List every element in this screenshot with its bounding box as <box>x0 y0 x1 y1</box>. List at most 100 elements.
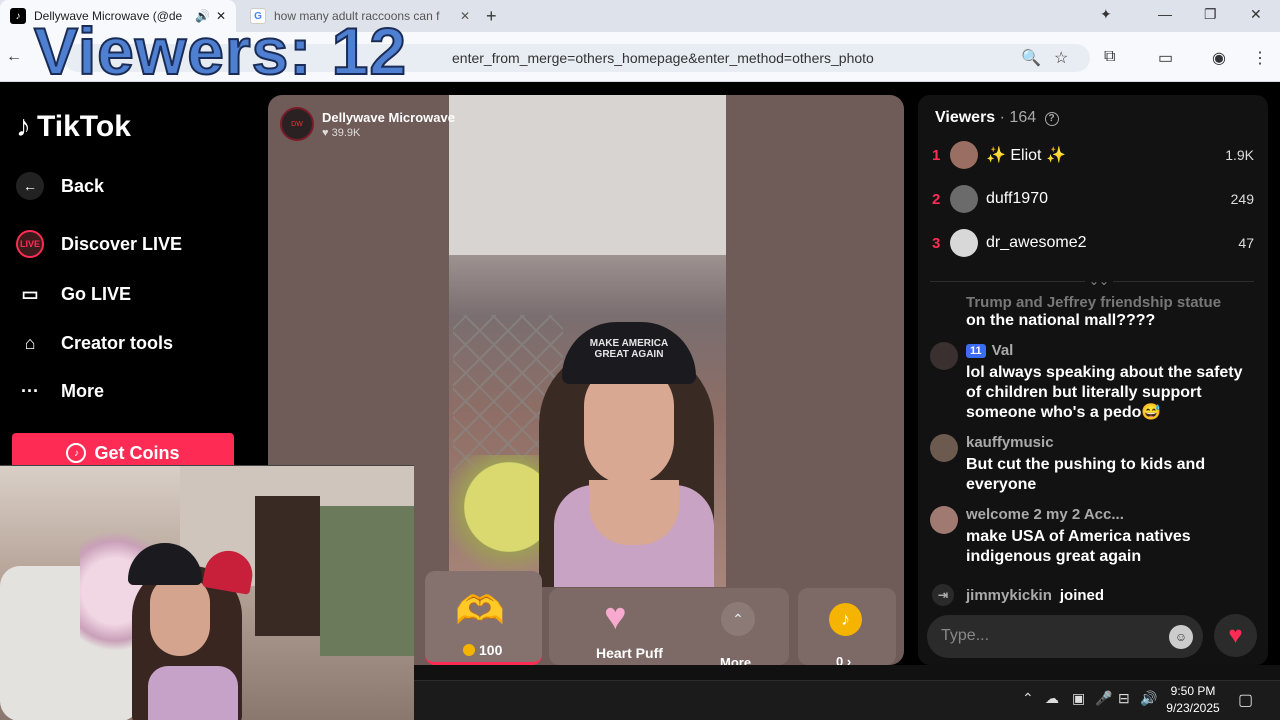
volume-icon[interactable]: 🔊 <box>1140 690 1157 707</box>
emoji-icon[interactable]: ☺ <box>1169 625 1193 649</box>
viewer-name: duff1970 <box>986 190 1048 207</box>
tiktok-coin-icon: ♪ <box>829 603 862 636</box>
restore-icon[interactable]: ❐ <box>1204 6 1217 23</box>
chat-input[interactable]: Type... ☺ <box>927 615 1203 658</box>
url-text: enter_from_merge=others_homepage&enter_m… <box>452 50 874 66</box>
rank-number: 2 <box>932 190 941 208</box>
minimize-icon[interactable]: — <box>1158 6 1172 22</box>
close-window-icon[interactable]: ✕ <box>1250 6 1262 23</box>
avatar[interactable] <box>930 434 958 462</box>
network-icon[interactable]: ⊟ <box>1118 690 1130 707</box>
sidebar-item-label: Creator tools <box>61 332 174 353</box>
avatar <box>950 141 978 169</box>
onedrive-icon[interactable]: ☁ <box>1045 690 1059 707</box>
host-name: Dellywave Microwave <box>322 109 455 125</box>
coin-icon: ♪ <box>66 443 87 463</box>
viewer-name: ✨ Eliot ✨ <box>986 147 1066 164</box>
tiktok-note-icon: ♪ <box>16 110 31 143</box>
viewer-score: 249 <box>1230 191 1254 207</box>
live-avatar-icon: LIVE <box>16 230 44 258</box>
fan-badge: 11 <box>966 344 986 358</box>
sidebar-item-more[interactable]: ··· More <box>16 377 104 405</box>
get-coins-label: Get Coins <box>94 442 180 463</box>
chat-text: make USA of America natives indigenous g… <box>966 528 1191 565</box>
sidebar-item-label: Discover LIVE <box>61 233 183 254</box>
back-arrow-icon: ← <box>16 172 44 200</box>
tray-chevron-icon[interactable]: ⌃ <box>1022 690 1034 707</box>
viewer-name: dr_awesome2 <box>986 234 1087 251</box>
coin-icon <box>463 644 475 656</box>
taskbar-clock[interactable]: 9:50 PM 9/23/2025 <box>1163 683 1223 717</box>
clock-date: 9/23/2025 <box>1166 701 1220 715</box>
chat-message: 11 Val lol always speaking about the safe… <box>930 342 1250 424</box>
viewer-count-overlay: Viewers: 12 <box>33 14 408 88</box>
chat-username: Val <box>991 342 1014 359</box>
extensions-icon[interactable]: ⧉ <box>1104 48 1115 66</box>
sidebar-item-label: Go LIVE <box>61 283 132 304</box>
chat-header[interactable]: 11 Val <box>966 342 1013 359</box>
zoom-icon[interactable]: 🔍 <box>1021 48 1041 68</box>
sidebar-item-go-live[interactable]: ▭ Go LIVE <box>16 280 131 308</box>
heart-hands-icon: 🫶 <box>455 589 505 633</box>
sidebar-item-label: More <box>61 380 105 401</box>
viewers-count: · 164 <box>999 109 1037 126</box>
viewer-score: 47 <box>1238 235 1254 251</box>
join-icon: ⇥ <box>932 584 954 606</box>
webcam-overlay <box>0 465 414 720</box>
profile-avatar[interactable]: ◉ <box>1212 48 1226 68</box>
chat-username[interactable]: welcome 2 my 2 Acc... <box>966 506 1124 523</box>
device-icon[interactable]: ▣ <box>1072 690 1085 707</box>
gemini-icon[interactable]: ✦ <box>1100 6 1112 23</box>
chat-text: lol always speaking about the safety of … <box>966 364 1243 421</box>
hat-logo: MAKE AMERICA GREAT AGAIN <box>562 322 696 384</box>
viewers-title: Viewers <box>935 109 996 126</box>
chat-message: kauffymusic But cut the pushing to kids … <box>930 434 1250 496</box>
logo-text: TikTok <box>37 110 131 143</box>
rank-number: 1 <box>932 146 941 164</box>
tiktok-logo[interactable]: ♪ TikTok <box>16 110 131 144</box>
top-viewer-row[interactable]: 2 duff1970 249 <box>932 184 1254 214</box>
menu-kebab-icon[interactable]: ⋮ <box>1252 48 1268 68</box>
sidebar-item-label: Back <box>61 175 105 196</box>
heart-puff-icon[interactable]: ♥ <box>604 596 627 639</box>
like-heart-button[interactable]: ♥ <box>1214 614 1257 657</box>
tiktok-favicon-icon: ♪ <box>10 8 26 24</box>
screen-gap <box>414 665 1280 680</box>
top-viewer-row[interactable]: 1 ✨ Eliot ✨ 1.9K <box>932 140 1254 170</box>
sidebar-item-discover-live[interactable]: LIVE Discover LIVE <box>16 230 182 258</box>
host-likes: ♥ 39.9K <box>322 126 361 139</box>
clock-time: 9:50 PM <box>1170 684 1216 698</box>
new-tab-icon[interactable]: + <box>486 6 497 27</box>
cast-icon[interactable]: ▭ <box>1158 48 1173 68</box>
chat-text-faded: Trump and Jeffrey friendship statue <box>966 294 1222 310</box>
more-dots-icon: ··· <box>21 380 39 401</box>
sidebar-item-creator-tools[interactable]: ⌂ Creator tools <box>16 329 173 357</box>
chat-message: Trump and Jeffrey friendship statue on t… <box>930 293 1250 337</box>
host-info[interactable]: DW Dellywave Microwave ♥ 39.9K <box>280 105 460 143</box>
rank-number: 3 <box>932 234 941 252</box>
avatar <box>950 185 978 213</box>
top-viewer-row[interactable]: 3 dr_awesome2 47 <box>932 228 1254 258</box>
microphone-icon[interactable]: 🎤 <box>1095 690 1112 707</box>
chat-message: welcome 2 my 2 Acc... make USA of Americ… <box>930 506 1250 568</box>
host-avatar: DW <box>280 107 314 141</box>
more-gifts-button[interactable]: ⌃ <box>721 602 755 636</box>
join-username[interactable]: jimmykickin <box>966 587 1052 604</box>
chat-text: on the national mall???? <box>966 312 1156 329</box>
tab-close-icon[interactable]: ✕ <box>460 9 470 23</box>
gift-price: 100 <box>463 642 502 658</box>
sidebar-item-back[interactable]: ← Back <box>16 172 104 200</box>
chat-username[interactable]: kauffymusic <box>966 434 1054 451</box>
viewers-header: Viewers · 164 ? <box>935 109 1059 127</box>
bookmark-star-icon[interactable]: ☆ <box>1054 48 1068 68</box>
notifications-icon[interactable]: ▢ <box>1238 690 1253 710</box>
avatar[interactable] <box>930 506 958 534</box>
chevron-down-icon[interactable]: ⌄⌄ <box>1085 274 1114 288</box>
creator-tools-icon: ⌂ <box>24 332 36 353</box>
live-video[interactable]: MAKE AMERICA GREAT AGAIN <box>449 95 726 587</box>
join-text: joined <box>1059 586 1105 604</box>
back-nav-icon[interactable]: ← <box>6 48 22 66</box>
help-icon[interactable]: ? <box>1044 112 1059 126</box>
avatar[interactable] <box>930 342 958 370</box>
gift-heart-puff-label[interactable]: Heart Puff <box>596 645 663 661</box>
